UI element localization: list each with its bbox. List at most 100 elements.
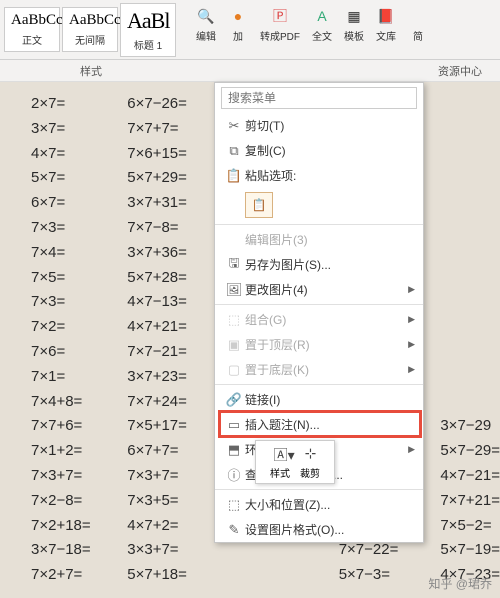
separator	[215, 489, 423, 490]
menu-search-input[interactable]	[221, 87, 417, 109]
copy-icon: ⧉	[223, 143, 245, 159]
menu-link[interactable]: 🔗链接(I)	[215, 387, 423, 412]
equation-cell: 5×7+18=	[127, 563, 296, 588]
equation-cell: 7×4+8=	[31, 390, 121, 415]
style-preview: AaBl	[127, 8, 169, 34]
equation-cell: 5×7−3=	[339, 563, 399, 588]
menu-cut[interactable]: ✂剪切(T)	[215, 113, 423, 138]
equation-cell	[440, 191, 500, 216]
ribbon: AaBbCcDc 正文 AaBbCcDc 无间隔 AaBl 标题 1 🔍编辑 ●…	[0, 0, 500, 60]
add-button[interactable]: ●加	[222, 4, 254, 45]
style-preview: AaBbCcDc	[69, 12, 111, 29]
blank-icon	[408, 6, 428, 26]
menu-size-position: ⬚组合(G)▶	[215, 307, 423, 332]
format-icon: ✎	[223, 522, 245, 538]
chevron-right-icon: ▶	[408, 284, 415, 295]
equation-cell: 7×3=	[31, 290, 121, 315]
dot-icon: ●	[228, 6, 248, 26]
paste-option-1[interactable]: 📋	[215, 188, 423, 222]
equation-cell: 7×5=	[31, 266, 121, 291]
save-icon: 🖫	[223, 254, 245, 276]
equation-cell: 7×2+18=	[31, 514, 121, 539]
text-icon: A	[312, 6, 332, 26]
styles-gallery: AaBbCcDc 正文 AaBbCcDc 无间隔 AaBl 标题 1	[0, 0, 182, 59]
menu-send-back: ▢置于底层(K)▶	[215, 357, 423, 382]
back-icon: ▢	[223, 362, 245, 378]
size-icon: ⬚	[223, 497, 245, 513]
equation-cell: 7×3+7=	[31, 464, 121, 489]
crop-icon[interactable]: ⊹	[305, 445, 317, 465]
style-nospacing[interactable]: AaBbCcDc 无间隔	[62, 7, 118, 52]
picture-icon: 🖼	[223, 282, 245, 298]
fulltext-button[interactable]: A全文	[306, 4, 338, 45]
equation-cell	[440, 315, 500, 340]
menu-caption[interactable]: ▭插入题注(N)...	[215, 412, 423, 437]
scissors-icon: ✂	[223, 118, 245, 134]
equation-cell: 7×7+21=	[440, 489, 500, 514]
separator	[215, 304, 423, 305]
equation-cell	[440, 92, 500, 117]
equation-cell	[440, 340, 500, 365]
clipboard-icon: 📋	[245, 192, 273, 218]
equation-cell: 5×7−29=	[440, 439, 500, 464]
menu-format-picture[interactable]: ✎设置图片格式(O)...	[215, 517, 423, 542]
equation-cell	[440, 117, 500, 142]
chevron-right-icon: ▶	[408, 444, 415, 455]
menu-size-pos2[interactable]: ⬚大小和位置(Z)...	[215, 492, 423, 517]
equation-cell: 7×1=	[31, 365, 121, 390]
ribbon-sections: 样式 资源中心	[0, 60, 500, 82]
group-icon: ⬚	[223, 312, 245, 328]
equation-cell: 6×7=	[31, 191, 121, 216]
equation-cell: 7×4=	[31, 241, 121, 266]
link-icon: 🔗	[223, 392, 245, 408]
equation-cell: 7×7+6=	[31, 414, 121, 439]
equation-cell	[440, 390, 500, 415]
paste-icon: 📋	[223, 168, 245, 184]
style-name: 无间隔	[69, 32, 111, 47]
pdf-icon: 🄿	[270, 6, 290, 26]
equation-cell: 5×7−19=	[440, 538, 500, 563]
caption-icon: ▭	[223, 417, 245, 433]
equation-cell: 5×7=	[31, 166, 121, 191]
equation-cell: 3×7−29	[440, 414, 500, 439]
watermark: 知乎 @珺乔	[428, 575, 492, 592]
pdf-button[interactable]: 🄿转成PDF	[254, 4, 306, 45]
equation-cell	[440, 142, 500, 167]
chevron-right-icon: ▶	[408, 314, 415, 325]
template-button[interactable]: ▦模板	[338, 4, 370, 45]
separator	[215, 384, 423, 385]
equation-cell: 7×5−2=	[440, 514, 500, 539]
equation-cell: 2×7=	[31, 92, 121, 117]
style-name: 正文	[11, 32, 53, 47]
library-button[interactable]: 📕文库	[370, 4, 402, 45]
menu-change-picture[interactable]: 🖼更改图片(4)▶	[215, 277, 423, 302]
style-heading1[interactable]: AaBl 标题 1	[120, 3, 176, 57]
menu-edit-picture: 编辑图片(3)	[215, 227, 423, 252]
chevron-right-icon: ▶	[408, 339, 415, 350]
equation-cell: 3×7=	[31, 117, 121, 142]
equation-cell	[440, 365, 500, 390]
menu-save-as-picture[interactable]: 🖫另存为图片(S)...	[215, 252, 423, 277]
equation-cell: 7×6=	[31, 340, 121, 365]
menu-bring-front: ▣置于顶层(R)▶	[215, 332, 423, 357]
style-name: 标题 1	[127, 37, 169, 52]
section-resource-label: 资源中心	[438, 63, 482, 79]
simple-button[interactable]: 简	[402, 4, 434, 45]
chevron-right-icon: ▶	[408, 364, 415, 375]
equation-cell	[440, 216, 500, 241]
menu-copy[interactable]: ⧉复制(C)	[215, 138, 423, 163]
equation-cell	[440, 241, 500, 266]
search-icon: 🔍	[196, 6, 216, 26]
grid-icon: ▦	[344, 6, 364, 26]
edit-button[interactable]: 🔍编辑	[190, 4, 222, 45]
equation-cell: 7×3=	[31, 216, 121, 241]
equation-cell: 7×2−8=	[31, 489, 121, 514]
equation-cell	[440, 290, 500, 315]
front-icon: ▣	[223, 337, 245, 353]
crop-label: 裁剪	[300, 465, 320, 480]
style-normal[interactable]: AaBbCcDc 正文	[4, 7, 60, 52]
style-preview: AaBbCcDc	[11, 12, 53, 29]
style-icon[interactable]: 🄰▾	[274, 445, 295, 465]
menu-search	[215, 83, 423, 113]
alt-icon: ⓘ	[223, 465, 245, 484]
